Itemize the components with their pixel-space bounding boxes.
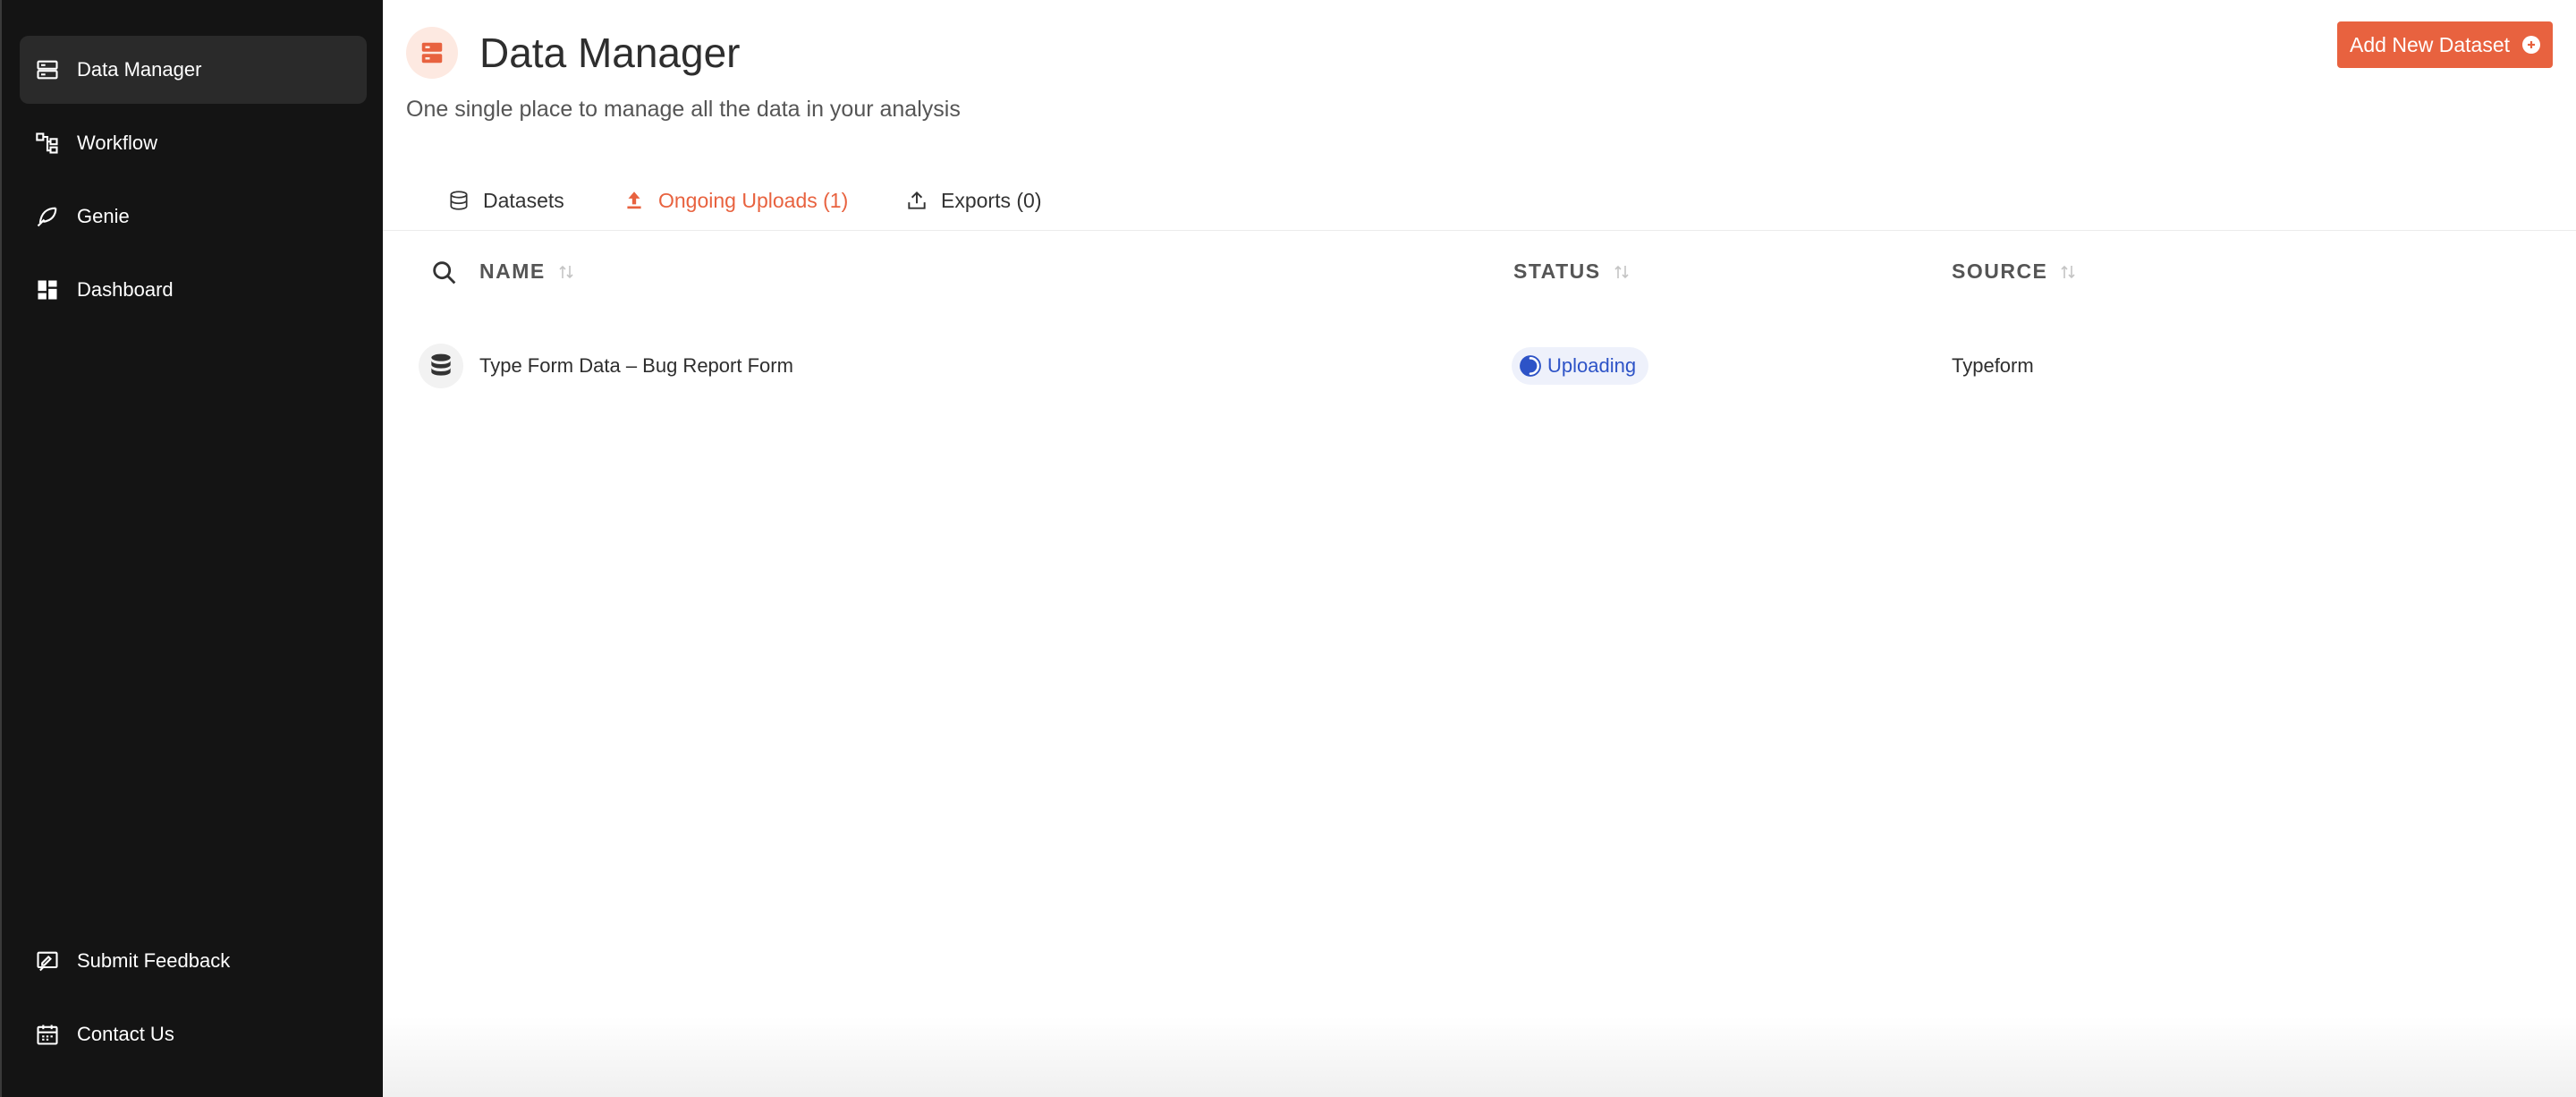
page-title: Data Manager <box>479 30 741 76</box>
tab-exports[interactable]: Exports (0) <box>905 170 1041 231</box>
upload-icon <box>627 191 641 209</box>
sidebar-item-dashboard[interactable]: Dashboard <box>20 256 367 324</box>
sort-icon <box>1614 265 1629 278</box>
add-new-dataset-button[interactable]: Add New Dataset <box>2337 21 2553 68</box>
column-header-label: SOURCE <box>1952 259 2048 283</box>
sidebar-item-genie[interactable]: Genie <box>20 183 367 251</box>
spinner-icon <box>1520 355 1541 377</box>
sidebar-item-label: Contact Us <box>77 1023 174 1045</box>
feedback-icon <box>34 948 61 974</box>
database-icon <box>450 191 468 210</box>
tab-bar: Datasets Ongoing Uploads (1) Exports (0) <box>383 170 2576 231</box>
tab-ongoing-uploads[interactable]: Ongoing Uploads (1) <box>623 170 848 231</box>
workflow-icon <box>34 130 61 157</box>
tab-label: Datasets <box>483 188 564 212</box>
dataset-name: Type Form Data – Bug Report Form <box>479 354 793 377</box>
server-icon <box>34 56 61 83</box>
column-header-source[interactable]: SOURCE <box>1952 259 2076 284</box>
tab-label: Exports (0) <box>941 188 1042 212</box>
add-new-dataset-label: Add New Dataset <box>2350 32 2510 56</box>
sidebar-item-label: Data Manager <box>77 58 202 81</box>
plus-circle-icon <box>2522 36 2540 54</box>
column-header-label: STATUS <box>1513 259 1601 283</box>
status-badge: Uploading <box>1512 347 1649 385</box>
sidebar: Data Manager Workflow Genie Dashboard Su… <box>0 0 383 1097</box>
calendar-icon <box>34 1021 61 1048</box>
sort-icon <box>559 265 573 278</box>
sidebar-item-label: Workflow <box>77 132 158 154</box>
page-subtitle: One single place to manage all the data … <box>406 97 961 122</box>
sidebar-item-data-manager[interactable]: Data Manager <box>20 36 367 104</box>
dashboard-icon <box>34 276 61 303</box>
column-header-name[interactable]: NAME <box>479 259 574 284</box>
column-header-label: NAME <box>479 259 546 283</box>
search-icon[interactable] <box>429 258 460 288</box>
sidebar-item-label: Dashboard <box>77 278 174 301</box>
sidebar-item-submit-feedback[interactable]: Submit Feedback <box>20 927 367 995</box>
dataset-source: Typeform <box>1952 354 2034 377</box>
tab-label: Ongoing Uploads (1) <box>658 188 849 212</box>
data-manager-header-icon <box>406 27 458 79</box>
table-header: NAME STATUS SOURCE <box>383 251 2576 293</box>
sidebar-item-label: Genie <box>77 205 130 227</box>
column-header-status[interactable]: STATUS <box>1513 259 1630 284</box>
export-icon <box>908 191 926 209</box>
tab-datasets[interactable]: Datasets <box>447 170 564 231</box>
sort-icon <box>2061 265 2075 278</box>
database-icon <box>419 344 463 388</box>
table-row[interactable]: Type Form Data – Bug Report Form Uploadi… <box>383 331 2576 399</box>
feather-icon <box>34 203 61 230</box>
status-label: Uploading <box>1547 354 1637 377</box>
sidebar-item-contact-us[interactable]: Contact Us <box>20 1000 367 1068</box>
sidebar-item-label: Submit Feedback <box>77 949 231 972</box>
main-content: Data Manager One single place to manage … <box>383 0 2576 1097</box>
sidebar-item-workflow[interactable]: Workflow <box>20 109 367 177</box>
bottom-shadow <box>383 1016 2576 1097</box>
